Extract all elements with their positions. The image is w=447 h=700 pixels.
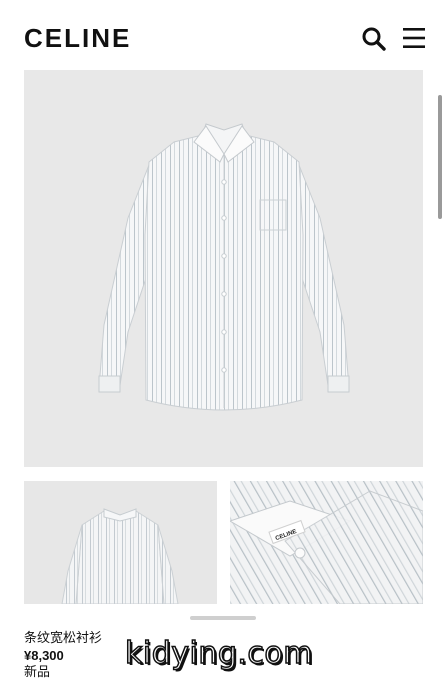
- hamburger-menu-icon[interactable]: [402, 26, 428, 52]
- product-thumbnail-collar[interactable]: CELINE: [230, 481, 423, 604]
- new-badge: 新品: [24, 665, 51, 680]
- product-name: 条纹宽松衬衫: [24, 631, 103, 646]
- product-info: 条纹宽松衬衫 ¥8,300 新品: [24, 630, 102, 682]
- page-scrollbar[interactable]: [438, 95, 442, 219]
- brand-logo[interactable]: CELINE: [24, 24, 131, 52]
- product-thumbnail-back[interactable]: [24, 481, 217, 604]
- top-bar: CELINE: [0, 0, 447, 70]
- product-price: ¥8,300: [24, 648, 64, 663]
- search-icon[interactable]: [361, 26, 387, 52]
- main-product-image[interactable]: [24, 70, 423, 467]
- gallery-scroll-indicator: [190, 616, 256, 620]
- watermark-text: kidying.com: [124, 635, 314, 672]
